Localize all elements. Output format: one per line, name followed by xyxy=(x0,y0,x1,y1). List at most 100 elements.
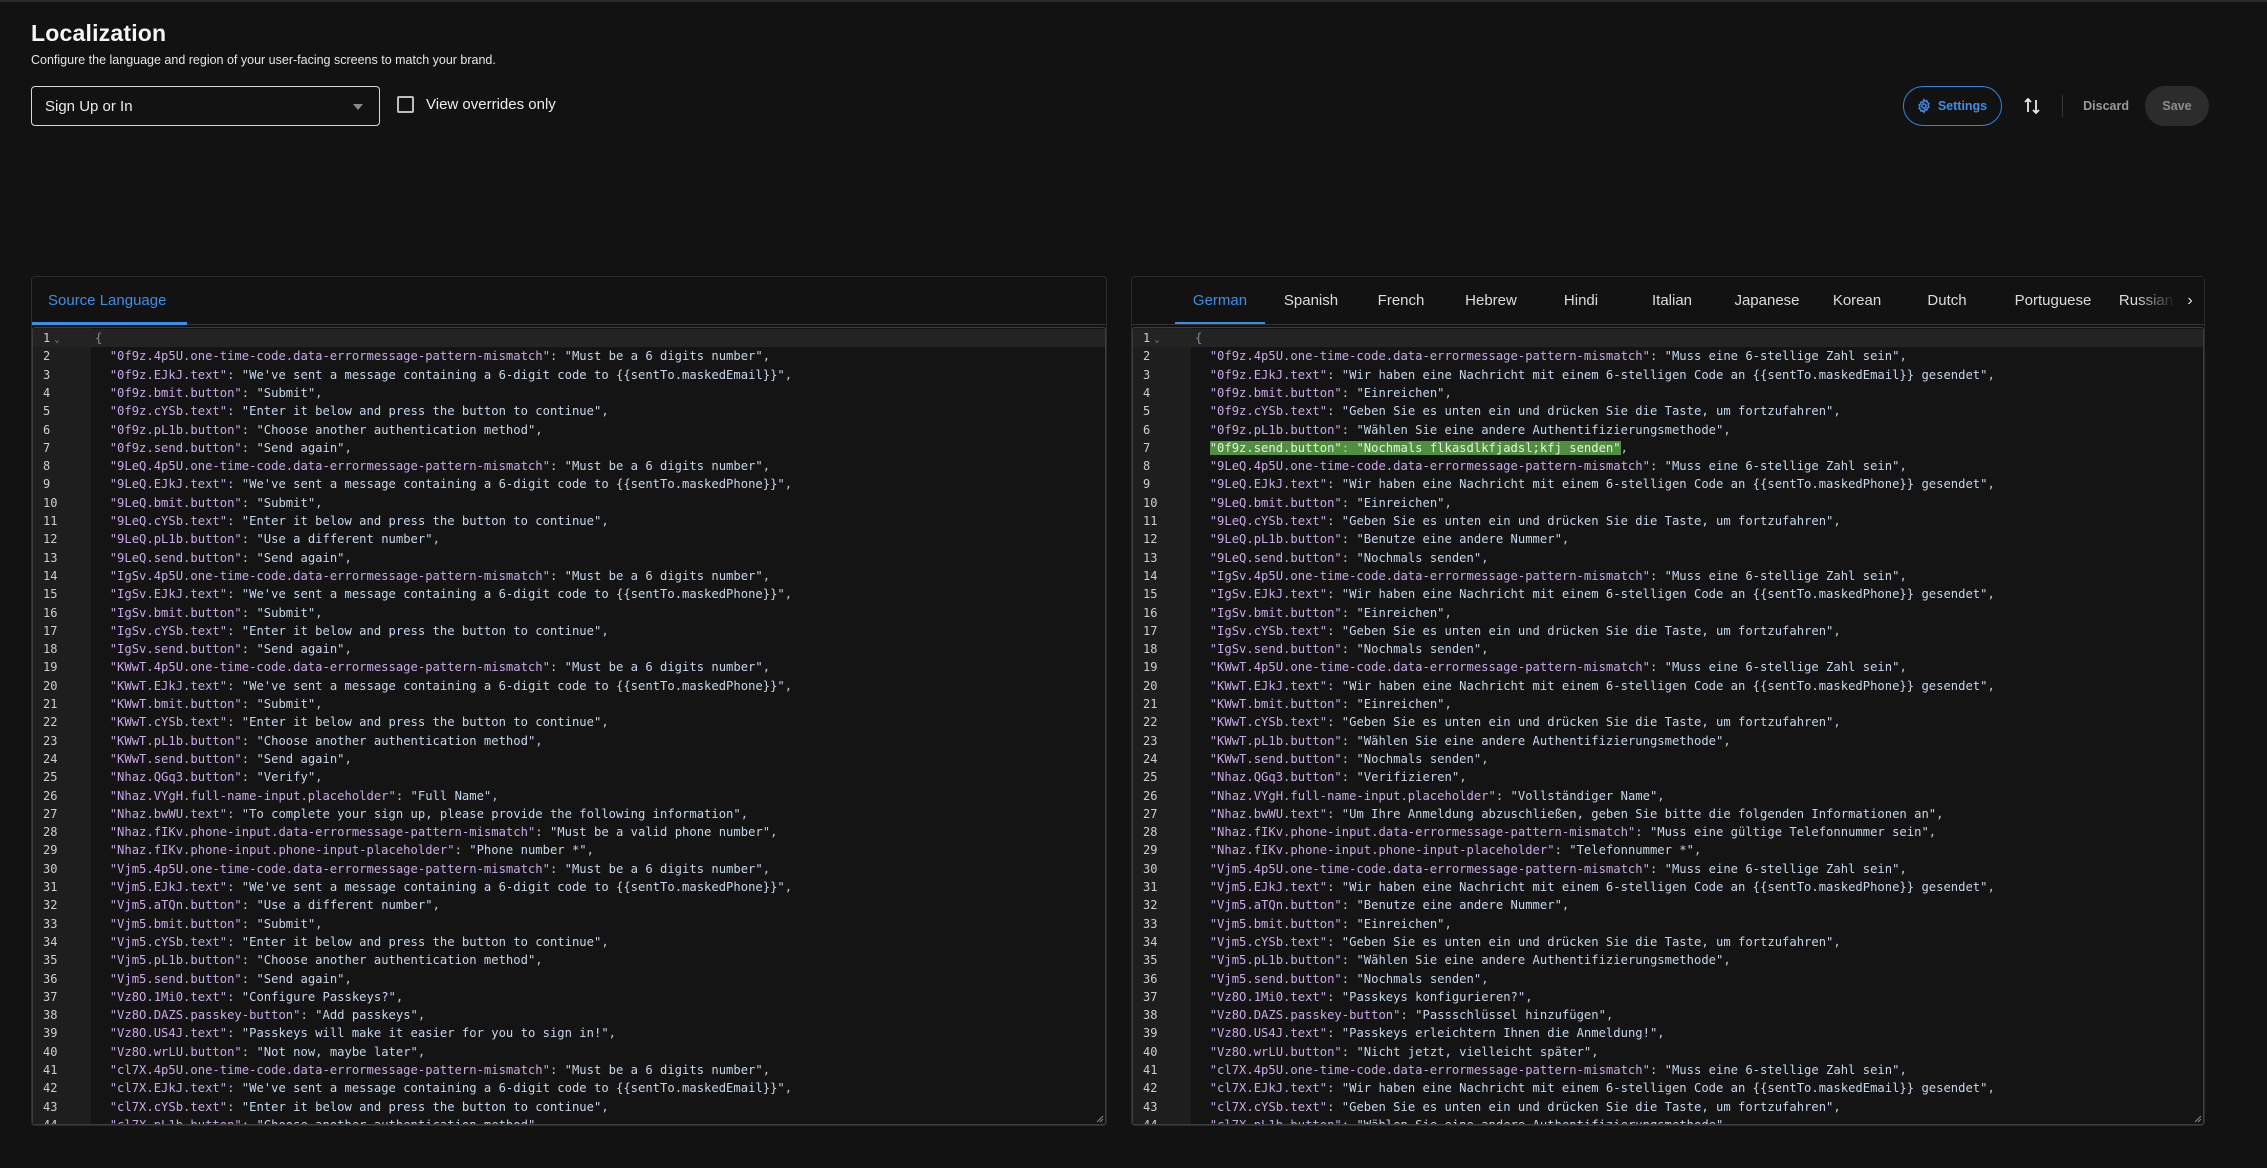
code-line[interactable]: 29 "Nhaz.fIKv.phone-input.phone-input-pl… xyxy=(33,841,1105,859)
code-line[interactable]: 21 "KWwT.bmit.button": "Einreichen", xyxy=(1133,695,2203,713)
flow-select[interactable]: Sign Up or In xyxy=(31,86,380,126)
code-line[interactable]: 3 "0f9z.EJkJ.text": "Wir haben eine Nach… xyxy=(1133,366,2203,384)
code-line[interactable]: 19 "KWwT.4p5U.one-time-code.data-errorme… xyxy=(1133,658,2203,676)
code-line[interactable]: 13 "9LeQ.send.button": "Nochmals senden"… xyxy=(1133,549,2203,567)
code-line[interactable]: 26 "Nhaz.VYgH.full-name-input.placeholde… xyxy=(1133,787,2203,805)
tab-spanish[interactable]: Spanish xyxy=(1265,277,1357,324)
code-line[interactable]: 41 "cl7X.4p5U.one-time-code.data-errorme… xyxy=(1133,1061,2203,1079)
tab-french[interactable]: French xyxy=(1357,277,1445,324)
code-line[interactable]: 20 "KWwT.EJkJ.text": "We've sent a messa… xyxy=(33,677,1105,695)
code-line[interactable]: 2 "0f9z.4p5U.one-time-code.data-errormes… xyxy=(1133,347,2203,365)
code-line[interactable]: 43 "cl7X.cYSb.text": "Enter it below and… xyxy=(33,1098,1105,1116)
code-line[interactable]: 29 "Nhaz.fIKv.phone-input.phone-input-pl… xyxy=(1133,841,2203,859)
code-line[interactable]: 24 "KWwT.send.button": "Send again", xyxy=(33,750,1105,768)
code-line[interactable]: 39 "Vz8O.US4J.text": "Passkeys erleichte… xyxy=(1133,1024,2203,1042)
code-line[interactable]: 27 "Nhaz.bwWU.text": "Um Ihre Anmeldung … xyxy=(1133,805,2203,823)
code-line[interactable]: 30 "Vjm5.4p5U.one-time-code.data-errorme… xyxy=(1133,860,2203,878)
view-overrides-checkbox[interactable]: View overrides only xyxy=(397,96,556,113)
code-line[interactable]: 34 "Vjm5.cYSb.text": "Enter it below and… xyxy=(33,933,1105,951)
code-line[interactable]: 6 "0f9z.pL1b.button": "Choose another au… xyxy=(33,421,1105,439)
code-line[interactable]: 25 "Nhaz.QGq3.button": "Verifizieren", xyxy=(1133,768,2203,786)
code-line[interactable]: 33 "Vjm5.bmit.button": "Submit", xyxy=(33,915,1105,933)
code-line[interactable]: 42 "cl7X.EJkJ.text": "We've sent a messa… xyxy=(33,1079,1105,1097)
tab-italian[interactable]: Italian xyxy=(1625,277,1719,324)
tab-hindi[interactable]: Hindi xyxy=(1537,277,1625,324)
code-line[interactable]: 16 "IgSv.bmit.button": "Submit", xyxy=(33,604,1105,622)
code-line[interactable]: 7 "0f9z.send.button": "Nochmals flkasdlk… xyxy=(1133,439,2203,457)
code-line[interactable]: 33 "Vjm5.bmit.button": "Einreichen", xyxy=(1133,915,2203,933)
code-line[interactable]: 23 "KWwT.pL1b.button": "Wählen Sie eine … xyxy=(1133,732,2203,750)
code-line[interactable]: 43 "cl7X.cYSb.text": "Geben Sie es unten… xyxy=(1133,1098,2203,1116)
code-line[interactable]: 17 "IgSv.cYSb.text": "Enter it below and… xyxy=(33,622,1105,640)
code-line[interactable]: 22 "KWwT.cYSb.text": "Enter it below and… xyxy=(33,713,1105,731)
code-line[interactable]: 28 "Nhaz.fIKv.phone-input.data-errormess… xyxy=(1133,823,2203,841)
code-line[interactable]: 40 "Vz8O.wrLU.button": "Nicht jetzt, vie… xyxy=(1133,1043,2203,1061)
code-line[interactable]: 2 "0f9z.4p5U.one-time-code.data-errormes… xyxy=(33,347,1105,365)
tab-hebrew[interactable]: Hebrew xyxy=(1445,277,1537,324)
code-line[interactable]: 35 "Vjm5.pL1b.button": "Choose another a… xyxy=(33,951,1105,969)
code-line[interactable]: 31 "Vjm5.EJkJ.text": "We've sent a messa… xyxy=(33,878,1105,896)
code-line[interactable]: 36 "Vjm5.send.button": "Nochmals senden"… xyxy=(1133,970,2203,988)
code-line[interactable]: 21 "KWwT.bmit.button": "Submit", xyxy=(33,695,1105,713)
code-line[interactable]: 14 "IgSv.4p5U.one-time-code.data-errorme… xyxy=(1133,567,2203,585)
code-line[interactable]: 42 "cl7X.EJkJ.text": "Wir haben eine Nac… xyxy=(1133,1079,2203,1097)
code-line[interactable]: 1 ⌄ { xyxy=(33,329,1105,348)
code-line[interactable]: 41 "cl7X.4p5U.one-time-code.data-errorme… xyxy=(33,1061,1105,1079)
code-line[interactable]: 44 "cl7X.pL1b.button": "Wählen Sie eine … xyxy=(1133,1116,2203,1124)
code-line[interactable]: 37 "Vz8O.1Mi0.text": "Passkeys konfiguri… xyxy=(1133,988,2203,1006)
tab-russian[interactable]: Russian xyxy=(2111,277,2181,324)
code-line[interactable]: 5 "0f9z.cYSb.text": "Geben Sie es unten … xyxy=(1133,402,2203,420)
code-line[interactable]: 15 "IgSv.EJkJ.text": "We've sent a messa… xyxy=(33,585,1105,603)
code-line[interactable]: 18 "IgSv.send.button": "Nochmals senden"… xyxy=(1133,640,2203,658)
tab-japanese[interactable]: Japanese xyxy=(1719,277,1815,324)
save-button[interactable]: Save xyxy=(2145,86,2209,126)
code-line[interactable]: 37 "Vz8O.1Mi0.text": "Configure Passkeys… xyxy=(33,988,1105,1006)
fold-chevron-icon[interactable]: ⌄ xyxy=(54,335,59,345)
code-line[interactable]: 34 "Vjm5.cYSb.text": "Geben Sie es unten… xyxy=(1133,933,2203,951)
tab-dutch[interactable]: Dutch xyxy=(1899,277,1995,324)
code-line[interactable]: 17 "IgSv.cYSb.text": "Geben Sie es unten… xyxy=(1133,622,2203,640)
code-line[interactable]: 11 "9LeQ.cYSb.text": "Geben Sie es unten… xyxy=(1133,512,2203,530)
code-line[interactable]: 3 "0f9z.EJkJ.text": "We've sent a messag… xyxy=(33,366,1105,384)
code-line[interactable]: 40 "Vz8O.wrLU.button": "Not now, maybe l… xyxy=(33,1043,1105,1061)
code-line[interactable]: 35 "Vjm5.pL1b.button": "Wählen Sie eine … xyxy=(1133,951,2203,969)
code-line[interactable]: 16 "IgSv.bmit.button": "Einreichen", xyxy=(1133,604,2203,622)
code-line[interactable]: 39 "Vz8O.US4J.text": "Passkeys will make… xyxy=(33,1024,1105,1042)
code-line[interactable]: 10 "9LeQ.bmit.button": "Submit", xyxy=(33,494,1105,512)
settings-button[interactable]: Settings xyxy=(1902,86,2003,126)
swap-button[interactable] xyxy=(2012,86,2052,126)
code-line[interactable]: 44 "cl7X.pL1b.button": "Choose another a… xyxy=(33,1116,1105,1124)
code-line[interactable]: 20 "KWwT.EJkJ.text": "Wir haben eine Nac… xyxy=(1133,677,2203,695)
code-line[interactable]: 4 "0f9z.bmit.button": "Einreichen", xyxy=(1133,384,2203,402)
code-line[interactable]: 5 "0f9z.cYSb.text": "Enter it below and … xyxy=(33,402,1105,420)
code-line[interactable]: 8 "9LeQ.4p5U.one-time-code.data-errormes… xyxy=(1133,457,2203,475)
code-line[interactable]: 9 "9LeQ.EJkJ.text": "We've sent a messag… xyxy=(33,475,1105,493)
code-line[interactable]: 15 "IgSv.EJkJ.text": "Wir haben eine Nac… xyxy=(1133,585,2203,603)
code-line[interactable]: 13 "9LeQ.send.button": "Send again", xyxy=(33,549,1105,567)
code-line[interactable]: 38 "Vz8O.DAZS.passkey-button": "Passschl… xyxy=(1133,1006,2203,1024)
code-line[interactable]: 10 "9LeQ.bmit.button": "Einreichen", xyxy=(1133,494,2203,512)
code-line[interactable]: 1 ⌄ { xyxy=(1133,329,2203,348)
code-line[interactable]: 6 "0f9z.pL1b.button": "Wählen Sie eine a… xyxy=(1133,421,2203,439)
chevron-right-icon[interactable]: › xyxy=(2176,277,2204,324)
code-line[interactable]: 25 "Nhaz.QGq3.button": "Verify", xyxy=(33,768,1105,786)
code-line[interactable]: 27 "Nhaz.bwWU.text": "To complete your s… xyxy=(33,805,1105,823)
code-line[interactable]: 30 "Vjm5.4p5U.one-time-code.data-errorme… xyxy=(33,860,1105,878)
code-line[interactable]: 8 "9LeQ.4p5U.one-time-code.data-errormes… xyxy=(33,457,1105,475)
code-line[interactable]: 22 "KWwT.cYSb.text": "Geben Sie es unten… xyxy=(1133,713,2203,731)
code-line[interactable]: 18 "IgSv.send.button": "Send again", xyxy=(33,640,1105,658)
code-line[interactable]: 36 "Vjm5.send.button": "Send again", xyxy=(33,970,1105,988)
checkbox-icon[interactable] xyxy=(397,96,414,113)
tab-source-language[interactable]: Source Language xyxy=(32,276,187,325)
code-line[interactable]: 28 "Nhaz.fIKv.phone-input.data-errormess… xyxy=(33,823,1105,841)
code-line[interactable]: 12 "9LeQ.pL1b.button": "Benutze eine and… xyxy=(1133,530,2203,548)
tab-korean[interactable]: Korean xyxy=(1815,277,1899,324)
code-line[interactable]: 7 "0f9z.send.button": "Send again", xyxy=(33,439,1105,457)
code-line[interactable]: 9 "9LeQ.EJkJ.text": "Wir haben eine Nach… xyxy=(1133,475,2203,493)
target-json-editor[interactable]: 1 ⌄ {2 "0f9z.4p5U.one-time-code.data-error… xyxy=(1132,327,2204,1125)
code-line[interactable]: 26 "Nhaz.VYgH.full-name-input.placeholde… xyxy=(33,787,1105,805)
code-line[interactable]: 23 "KWwT.pL1b.button": "Choose another a… xyxy=(33,732,1105,750)
code-line[interactable]: 38 "Vz8O.DAZS.passkey-button": "Add pass… xyxy=(33,1006,1105,1024)
source-json-editor[interactable]: 1 ⌄ {2 "0f9z.4p5U.one-time-code.data-error… xyxy=(32,327,1106,1125)
code-line[interactable]: 24 "KWwT.send.button": "Nochmals senden"… xyxy=(1133,750,2203,768)
